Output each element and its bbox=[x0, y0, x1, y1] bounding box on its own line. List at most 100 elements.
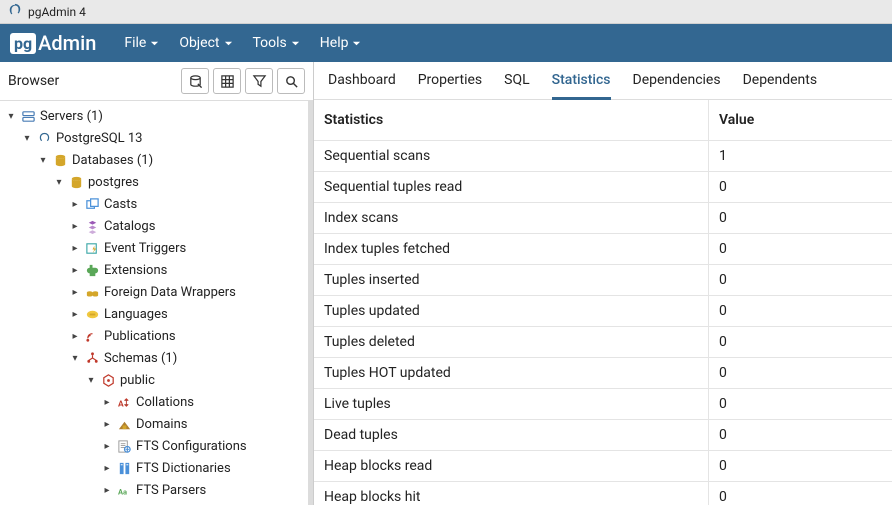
collapse-icon[interactable]: ▾ bbox=[84, 375, 98, 386]
fdw-icon bbox=[84, 284, 100, 300]
stats-cell-value: 0 bbox=[709, 203, 892, 233]
menu-tools[interactable]: Tools bbox=[243, 35, 310, 51]
stats-row[interactable]: Tuples deleted0 bbox=[314, 327, 892, 358]
view-data-button[interactable] bbox=[213, 68, 241, 94]
stats-row[interactable]: Index tuples fetched0 bbox=[314, 234, 892, 265]
window-titlebar: pgAdmin 4 bbox=[0, 0, 892, 24]
server-group-icon bbox=[20, 108, 36, 124]
expand-icon[interactable]: ▸ bbox=[68, 221, 82, 232]
svg-text:Aa: Aa bbox=[117, 487, 126, 496]
expand-icon[interactable]: ▸ bbox=[68, 287, 82, 298]
tree-fts-templates[interactable]: ▸FTS Templates bbox=[4, 501, 308, 505]
tree-domains[interactable]: ▸Domains bbox=[4, 413, 308, 435]
menu-object[interactable]: Object bbox=[169, 35, 242, 51]
expand-icon[interactable]: ▸ bbox=[68, 309, 82, 320]
stats-row[interactable]: Tuples HOT updated0 bbox=[314, 358, 892, 389]
expand-icon[interactable]: ▸ bbox=[68, 199, 82, 210]
database-icon bbox=[52, 152, 68, 168]
sidebar: Browser ▾Servers (1) ▾PostgreSQL 13 ▾Dat… bbox=[0, 62, 314, 505]
tree: ▾Servers (1) ▾PostgreSQL 13 ▾Databases (… bbox=[0, 101, 313, 505]
stats-row[interactable]: Tuples updated0 bbox=[314, 296, 892, 327]
tree-databases[interactable]: ▾Databases (1) bbox=[4, 149, 308, 171]
tree-servers[interactable]: ▾Servers (1) bbox=[4, 105, 308, 127]
tree-fts-dict[interactable]: ▸FTS Dictionaries bbox=[4, 457, 308, 479]
tab-dependencies[interactable]: Dependencies bbox=[633, 72, 721, 99]
tree-publications[interactable]: ▸Publications bbox=[4, 325, 308, 347]
tree-collations[interactable]: ▸ACollations bbox=[4, 391, 308, 413]
stats-row[interactable]: Sequential tuples read0 bbox=[314, 172, 892, 203]
tab-dashboard[interactable]: Dashboard bbox=[328, 72, 396, 99]
expand-icon[interactable]: ▸ bbox=[100, 419, 114, 430]
query-tool-button[interactable] bbox=[181, 68, 209, 94]
stats-cell-value: 0 bbox=[709, 265, 892, 295]
publication-icon bbox=[84, 328, 100, 344]
tree-fts-parsers[interactable]: ▸AaFTS Parsers bbox=[4, 479, 308, 501]
stats-cell-name: Heap blocks hit bbox=[314, 482, 709, 505]
stats-row[interactable]: Sequential scans1 bbox=[314, 141, 892, 172]
stats-cell-value: 0 bbox=[709, 358, 892, 388]
stats-table: Statistics Value Sequential scans1Sequen… bbox=[314, 100, 892, 505]
tabs: Dashboard Properties SQL Statistics Depe… bbox=[314, 62, 892, 100]
logo-pg: pg bbox=[10, 33, 36, 54]
stats-header-name[interactable]: Statistics bbox=[314, 100, 709, 140]
stats-cell-name: Live tuples bbox=[314, 389, 709, 419]
domain-icon bbox=[116, 416, 132, 432]
schema-public-icon bbox=[100, 372, 116, 388]
tab-sql[interactable]: SQL bbox=[504, 72, 529, 99]
expand-icon[interactable]: ▸ bbox=[100, 485, 114, 496]
tree-schemas[interactable]: ▾Schemas (1) bbox=[4, 347, 308, 369]
menu-help[interactable]: Help bbox=[310, 35, 372, 51]
fts-dict-icon bbox=[116, 460, 132, 476]
tree-public[interactable]: ▾public bbox=[4, 369, 308, 391]
stats-row[interactable]: Index scans0 bbox=[314, 203, 892, 234]
extension-icon bbox=[84, 262, 100, 278]
search-button[interactable] bbox=[277, 68, 305, 94]
tree-fdw[interactable]: ▸Foreign Data Wrappers bbox=[4, 281, 308, 303]
tree-casts[interactable]: ▸Casts bbox=[4, 193, 308, 215]
tree-catalogs[interactable]: ▸Catalogs bbox=[4, 215, 308, 237]
schema-icon bbox=[84, 350, 100, 366]
stats-row[interactable]: Heap blocks read0 bbox=[314, 451, 892, 482]
tree-pg13[interactable]: ▾PostgreSQL 13 bbox=[4, 127, 308, 149]
stats-cell-name: Index scans bbox=[314, 203, 709, 233]
collapse-icon[interactable]: ▾ bbox=[36, 155, 50, 166]
collapse-icon[interactable]: ▾ bbox=[20, 133, 34, 144]
tree-fts-config[interactable]: ▸FTS Configurations bbox=[4, 435, 308, 457]
stats-row[interactable]: Live tuples0 bbox=[314, 389, 892, 420]
tree-event-triggers[interactable]: ▸Event Triggers bbox=[4, 237, 308, 259]
stats-cell-name: Sequential tuples read bbox=[314, 172, 709, 202]
expand-icon[interactable]: ▸ bbox=[100, 397, 114, 408]
chevron-down-icon bbox=[150, 39, 159, 48]
stats-row[interactable]: Tuples inserted0 bbox=[314, 265, 892, 296]
fts-config-icon bbox=[116, 438, 132, 454]
expand-icon[interactable]: ▸ bbox=[68, 265, 82, 276]
filter-button[interactable] bbox=[245, 68, 273, 94]
stats-cell-name: Index tuples fetched bbox=[314, 234, 709, 264]
collapse-icon[interactable]: ▾ bbox=[68, 353, 82, 364]
tree-extensions[interactable]: ▸Extensions bbox=[4, 259, 308, 281]
expand-icon[interactable]: ▸ bbox=[100, 463, 114, 474]
collapse-icon[interactable]: ▾ bbox=[52, 177, 66, 188]
stats-cell-name: Sequential scans bbox=[314, 141, 709, 171]
tab-statistics[interactable]: Statistics bbox=[552, 72, 611, 100]
tree-languages[interactable]: ▸Languages bbox=[4, 303, 308, 325]
stats-row[interactable]: Dead tuples0 bbox=[314, 420, 892, 451]
expand-icon[interactable]: ▸ bbox=[68, 243, 82, 254]
collapse-icon[interactable]: ▾ bbox=[4, 111, 18, 122]
stats-cell-value: 0 bbox=[709, 327, 892, 357]
logo: pgAdmin bbox=[10, 31, 96, 55]
casts-icon bbox=[84, 196, 100, 212]
tree-postgres[interactable]: ▾postgres bbox=[4, 171, 308, 193]
tab-dependents[interactable]: Dependents bbox=[743, 72, 817, 99]
stats-cell-name: Tuples inserted bbox=[314, 265, 709, 295]
menu-file[interactable]: File bbox=[114, 35, 169, 51]
expand-icon[interactable]: ▸ bbox=[100, 441, 114, 452]
expand-icon[interactable]: ▸ bbox=[68, 331, 82, 342]
tab-properties[interactable]: Properties bbox=[418, 72, 482, 99]
stats-row[interactable]: Heap blocks hit0 bbox=[314, 482, 892, 505]
fts-parser-icon: Aa bbox=[116, 482, 132, 498]
stats-header-value[interactable]: Value bbox=[709, 100, 892, 140]
chevron-down-icon bbox=[224, 39, 233, 48]
stats-cell-value: 0 bbox=[709, 296, 892, 326]
menubar: pgAdmin File Object Tools Help bbox=[0, 24, 892, 62]
